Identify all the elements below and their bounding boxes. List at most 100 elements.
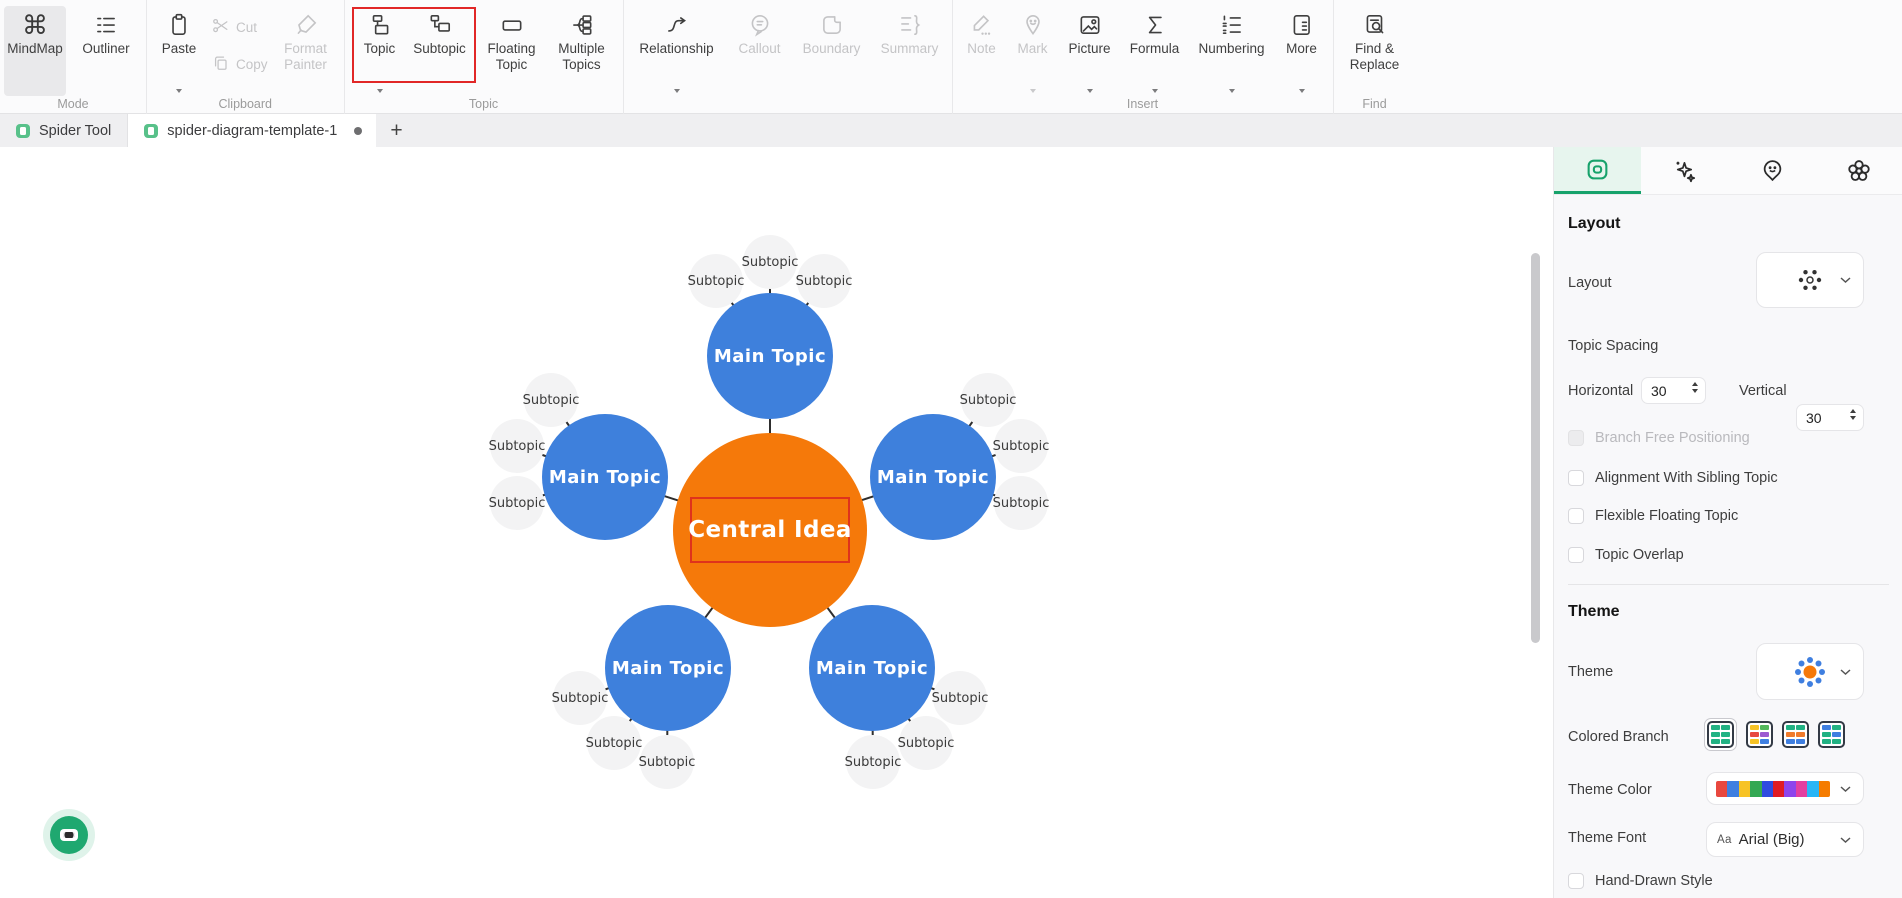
horizontal-spacing-stepper[interactable]: 30 xyxy=(1641,377,1706,404)
group-label-topic: Topic xyxy=(345,97,623,111)
ai-assistant-button[interactable] xyxy=(43,809,95,861)
multiple-topics-button[interactable]: Multiple Topics xyxy=(551,6,613,96)
tab-document[interactable]: spider-diagram-template-1 xyxy=(128,114,376,147)
relationship-button[interactable]: Relationship xyxy=(634,6,720,96)
more-dropdown-caret[interactable] xyxy=(1299,89,1305,93)
main-topic-node[interactable]: Main Topic xyxy=(809,605,935,731)
subtopic-node[interactable]: Subtopic xyxy=(640,735,694,789)
relation-group: Relationship Callout Boundary Summary xyxy=(623,0,952,114)
stepper-arrows[interactable] xyxy=(1850,409,1856,420)
find-replace-button[interactable]: Find & Replace xyxy=(1344,6,1406,96)
checkbox-box[interactable] xyxy=(1568,470,1584,486)
relationship-dropdown-caret[interactable] xyxy=(674,89,680,93)
paste-dropdown-caret[interactable] xyxy=(176,89,182,93)
subtopic-node[interactable]: Subtopic xyxy=(933,671,987,725)
new-tab-button[interactable]: + xyxy=(376,114,416,147)
mindmap-button[interactable]: ⌘ MindMap xyxy=(4,6,66,96)
tab-ai[interactable] xyxy=(1641,147,1728,194)
branch-palette-icon[interactable] xyxy=(1707,721,1734,748)
theme-color-dropdown[interactable] xyxy=(1706,772,1864,805)
main-topic-node[interactable]: Main Topic xyxy=(605,605,731,731)
theme-color-strip xyxy=(1716,781,1830,797)
summary-button: Summary xyxy=(878,6,942,96)
topic-overlap-checkbox[interactable]: Topic Overlap xyxy=(1568,547,1684,563)
subtopic-node[interactable]: Subtopic xyxy=(524,373,578,427)
subtopic-label: Subtopic xyxy=(413,41,466,57)
subtopic-node[interactable]: Subtopic xyxy=(994,476,1048,530)
alignment-with-sibling-topic-label: Alignment With Sibling Topic xyxy=(1595,470,1778,486)
picture-button[interactable]: Picture xyxy=(1065,6,1115,96)
subtopic-icon xyxy=(427,9,453,41)
hand-drawn-style-label: Hand-Drawn Style xyxy=(1595,873,1713,889)
vertical-label: Vertical xyxy=(1739,383,1787,399)
panel-scrollbar[interactable] xyxy=(1531,253,1540,643)
branch-palette-icon[interactable] xyxy=(1818,721,1845,748)
main-topic-node[interactable]: Main Topic xyxy=(707,293,833,419)
subtopic-node[interactable]: Subtopic xyxy=(587,716,641,770)
subtopic-node[interactable]: Subtopic xyxy=(899,716,953,770)
layout-dropdown[interactable] xyxy=(1756,252,1864,308)
vertical-spacing-stepper[interactable]: 30 xyxy=(1796,404,1864,431)
formula-dropdown-caret[interactable] xyxy=(1152,89,1158,93)
mindmap-canvas[interactable]: Subtopic Subtopic Subtopic Subtopic Subt… xyxy=(0,147,1553,898)
note-icon xyxy=(969,9,995,41)
vertical-spacing-value: 30 xyxy=(1806,410,1822,426)
checkbox-box[interactable] xyxy=(1568,547,1584,563)
colored-branch-option-selected[interactable] xyxy=(1704,718,1737,751)
central-idea-label: Central Idea xyxy=(688,517,852,543)
subtopic-node[interactable]: Subtopic xyxy=(846,735,900,789)
flexible-floating-topic-label: Flexible Floating Topic xyxy=(1595,508,1738,524)
topic-icon xyxy=(367,9,393,41)
cut-copy-column: Cut Copy xyxy=(211,6,268,76)
more-button[interactable]: More xyxy=(1281,6,1323,96)
chevron-down-icon xyxy=(1840,780,1851,798)
main-topic-node[interactable]: Main Topic xyxy=(870,414,996,540)
subtopic-node[interactable]: Subtopic xyxy=(490,419,544,473)
topic-dropdown-caret[interactable] xyxy=(377,89,383,93)
flexible-floating-topic-checkbox[interactable]: Flexible Floating Topic xyxy=(1568,508,1738,524)
mode-group: ⌘ MindMap Outliner Mode xyxy=(0,0,146,114)
topic-button[interactable]: Topic xyxy=(359,6,401,96)
tab-document-label: spider-diagram-template-1 xyxy=(167,123,337,139)
checkbox-box[interactable] xyxy=(1568,508,1584,524)
hand-drawn-style-checkbox[interactable]: Hand-Drawn Style xyxy=(1568,873,1713,889)
central-idea-node[interactable]: Central Idea xyxy=(673,433,867,627)
cut-label: Cut xyxy=(236,20,257,35)
subtopic-node[interactable]: Subtopic xyxy=(553,671,607,725)
branch-free-positioning-label: Branch Free Positioning xyxy=(1595,430,1750,446)
subtopic-node[interactable]: Subtopic xyxy=(490,476,544,530)
branch-palette-icon[interactable] xyxy=(1782,721,1809,748)
tab-format[interactable] xyxy=(1554,147,1641,194)
mindmap-label: MindMap xyxy=(7,41,63,57)
tab-settings[interactable] xyxy=(1816,147,1902,194)
tab-spider-tool[interactable]: Spider Tool xyxy=(0,114,128,147)
theme-font-dropdown[interactable]: Aa Arial (Big) xyxy=(1706,822,1864,857)
outliner-button[interactable]: Outliner xyxy=(76,6,136,96)
checkbox-box xyxy=(1568,430,1584,446)
subtopic-button[interactable]: Subtopic xyxy=(411,6,469,96)
tab-mark[interactable] xyxy=(1729,147,1816,194)
theme-dropdown[interactable] xyxy=(1756,643,1864,700)
stepper-arrows[interactable] xyxy=(1692,382,1698,393)
subtopic-node[interactable]: Subtopic xyxy=(689,254,743,308)
subtopic-node[interactable]: Subtopic xyxy=(797,254,851,308)
formula-button[interactable]: Formula xyxy=(1127,6,1183,96)
picture-dropdown-caret[interactable] xyxy=(1087,89,1093,93)
file-icon xyxy=(16,124,30,138)
numbering-button[interactable]: Numbering xyxy=(1195,6,1269,96)
subtopic-node[interactable]: Subtopic xyxy=(994,419,1048,473)
branch-palette-icon[interactable] xyxy=(1746,721,1773,748)
floating-topic-button[interactable]: Floating Topic xyxy=(483,6,541,96)
numbering-dropdown-caret[interactable] xyxy=(1229,89,1235,93)
checkbox-box[interactable] xyxy=(1568,873,1584,889)
main-topic-node[interactable]: Main Topic xyxy=(542,414,668,540)
alignment-with-sibling-topic-checkbox[interactable]: Alignment With Sibling Topic xyxy=(1568,470,1778,486)
picture-icon xyxy=(1077,9,1103,41)
paste-button[interactable]: Paste xyxy=(157,6,201,96)
theme-font-value: Arial (Big) xyxy=(1739,831,1805,848)
chevron-down-icon xyxy=(1840,271,1851,289)
subtopic-node[interactable]: Subtopic xyxy=(961,373,1015,427)
subtopic-node[interactable]: Subtopic xyxy=(743,235,797,289)
mark-icon xyxy=(1020,9,1046,41)
topic-overlap-label: Topic Overlap xyxy=(1595,547,1684,563)
